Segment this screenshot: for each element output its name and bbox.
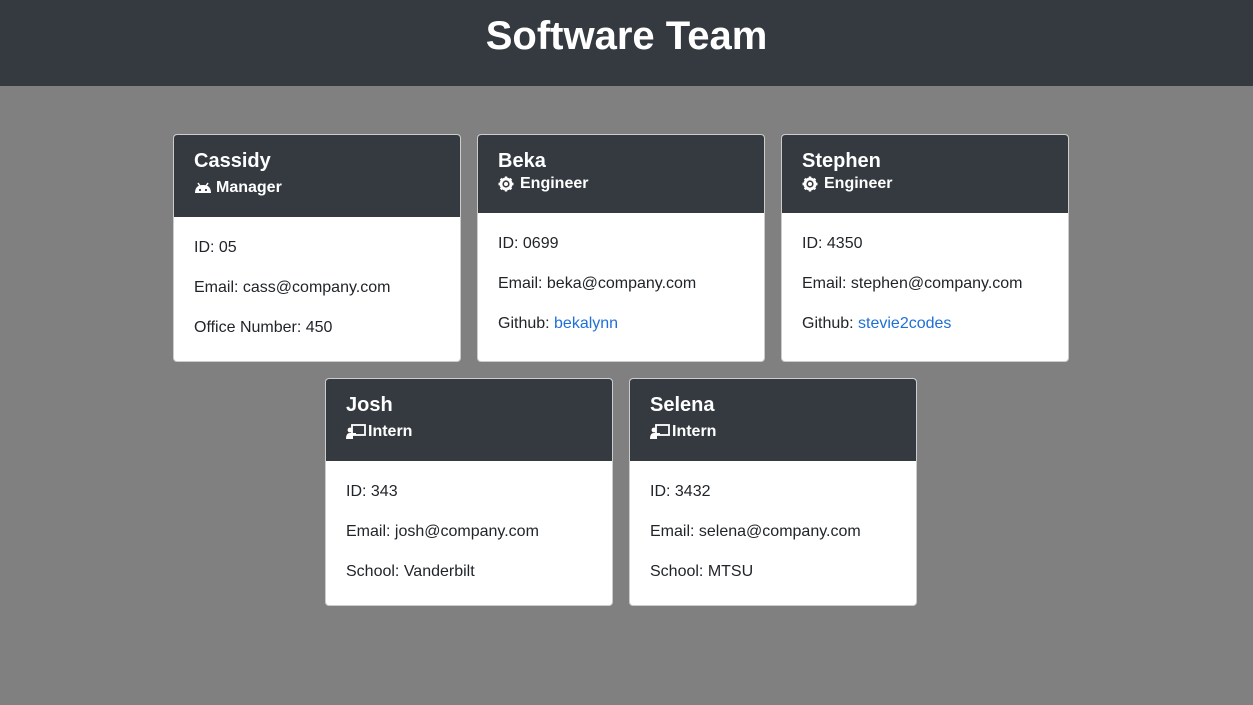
email-value: stephen@company.com bbox=[850, 275, 1023, 292]
github-link[interactable]: bekalynn bbox=[554, 315, 618, 332]
github: Github: bekalynn bbox=[498, 312, 744, 336]
employee-id: ID: 4350 bbox=[802, 235, 863, 252]
card-body: ID: 343 Email: josh@company.com School: … bbox=[326, 461, 612, 584]
email-label: Email: bbox=[194, 279, 243, 296]
card-body: ID: 0699 Email: beka@company.com Github:… bbox=[478, 213, 764, 336]
employee-name: Selena bbox=[650, 394, 715, 416]
email-value: selena@company.com bbox=[698, 523, 861, 540]
github-label: Github: bbox=[498, 315, 555, 332]
employee-role: Intern bbox=[346, 422, 592, 442]
card-header: Josh Intern bbox=[326, 379, 612, 461]
github-link[interactable]: stevie2codes bbox=[858, 315, 951, 332]
employee-email: Email: josh@company.com bbox=[346, 520, 592, 544]
role-label: Intern bbox=[672, 423, 717, 440]
role-label: Engineer bbox=[824, 175, 893, 192]
chalkboard-teacher-icon bbox=[346, 424, 366, 440]
employee-id: ID: 05 bbox=[194, 239, 237, 256]
office-number-value: 450 bbox=[305, 319, 333, 336]
card-body: ID: 4350 Email: stephen@company.com Gith… bbox=[782, 213, 1068, 336]
employee-card-engineer: Stephen Engineer ID: 4350 Email: stephen… bbox=[781, 134, 1069, 362]
employee-name: Stephen bbox=[802, 150, 881, 172]
role-label: Manager bbox=[216, 179, 282, 196]
employee-id: ID: 3432 bbox=[650, 483, 711, 500]
card-header: Cassidy Manager bbox=[174, 135, 460, 217]
employee-email: Email: cass@company.com bbox=[194, 276, 440, 300]
email-label: Email: bbox=[346, 523, 395, 540]
office-number: Office Number: 450 bbox=[194, 316, 440, 340]
card-header: Selena Intern bbox=[630, 379, 916, 461]
email-value: cass@company.com bbox=[242, 279, 391, 296]
email-label: Email: bbox=[650, 523, 699, 540]
email-value: josh@company.com bbox=[394, 523, 539, 540]
school: School: Vanderbilt bbox=[346, 560, 592, 584]
android-icon bbox=[194, 180, 212, 196]
office-number-label: Office Number: bbox=[194, 319, 306, 336]
page-header: Software Team bbox=[0, 0, 1253, 86]
github: Github: stevie2codes bbox=[802, 312, 1048, 336]
employee-card-intern: Josh Intern ID: 343 Email: josh@company.… bbox=[325, 378, 613, 606]
email-value: beka@company.com bbox=[546, 275, 697, 292]
chalkboard-teacher-icon bbox=[650, 424, 670, 440]
email-label: Email: bbox=[802, 275, 851, 292]
gear-icon bbox=[498, 176, 516, 192]
card-header: Beka Engineer bbox=[478, 135, 764, 213]
github-label: Github: bbox=[802, 315, 859, 332]
employee-role: Engineer bbox=[802, 174, 1048, 194]
employee-email: Email: beka@company.com bbox=[498, 272, 744, 296]
school-value: MTSU bbox=[707, 563, 754, 580]
role-label: Engineer bbox=[520, 175, 589, 192]
employee-role: Manager bbox=[194, 178, 440, 198]
employee-email: Email: selena@company.com bbox=[650, 520, 896, 544]
employee-card-manager: Cassidy Manager ID: 05 Email: cass@compa… bbox=[173, 134, 461, 362]
employee-card-intern: Selena Intern ID: 3432 Email: selena@com… bbox=[629, 378, 917, 606]
employee-role: Engineer bbox=[498, 174, 744, 194]
page-title: Software Team bbox=[485, 13, 768, 58]
card-header: Stephen Engineer bbox=[782, 135, 1068, 213]
card-body: ID: 05 Email: cass@company.com Office Nu… bbox=[174, 217, 460, 340]
card-body: ID: 3432 Email: selena@company.com Schoo… bbox=[630, 461, 916, 584]
employee-email: Email: stephen@company.com bbox=[802, 272, 1048, 296]
employee-id: ID: 0699 bbox=[498, 235, 559, 252]
employee-role: Intern bbox=[650, 422, 896, 442]
school-label: School: bbox=[346, 563, 404, 580]
employee-id: ID: 343 bbox=[346, 483, 398, 500]
school: School: MTSU bbox=[650, 560, 896, 584]
email-label: Email: bbox=[498, 275, 547, 292]
employee-name: Beka bbox=[498, 150, 546, 172]
gear-icon bbox=[802, 176, 820, 192]
role-label: Intern bbox=[368, 423, 413, 440]
employee-card-engineer: Beka Engineer ID: 0699 Email: beka@compa… bbox=[477, 134, 765, 362]
employee-name: Josh bbox=[346, 394, 393, 416]
employee-name: Cassidy bbox=[194, 150, 271, 172]
school-label: School: bbox=[650, 563, 708, 580]
school-value: Vanderbilt bbox=[403, 563, 475, 580]
